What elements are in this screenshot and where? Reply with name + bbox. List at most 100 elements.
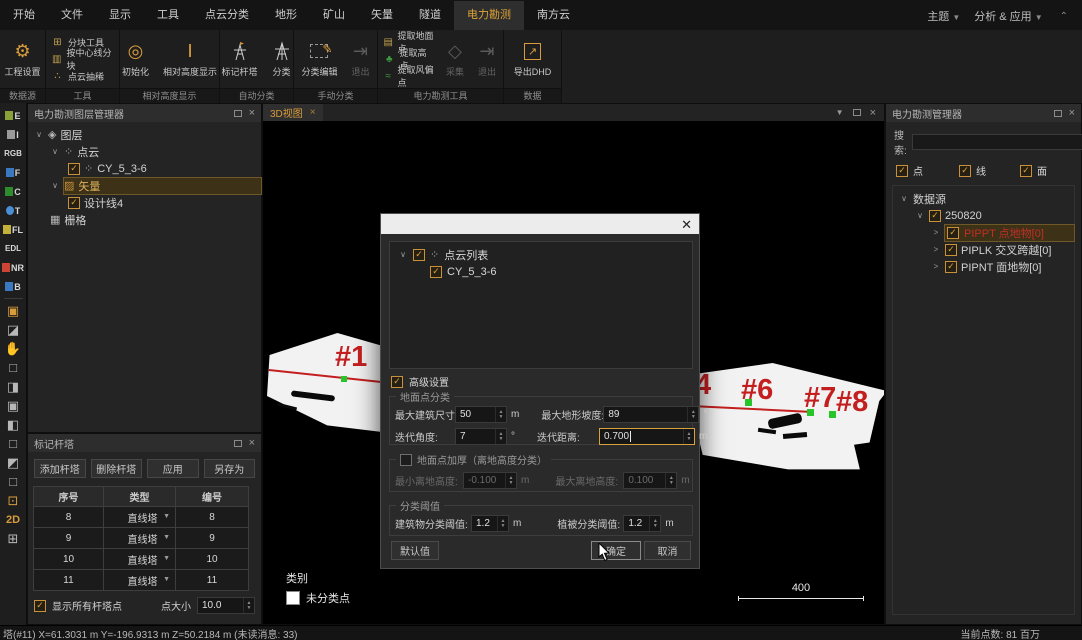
iteration-distance-input[interactable]: 0.700 (599, 428, 695, 445)
close-panel-icon[interactable]: × (249, 439, 255, 447)
project-settings-button[interactable]: ⚙ 工程设置 (0, 30, 48, 88)
tree-row-layers[interactable]: ∨ ◈ 图层 (28, 126, 261, 143)
chevron-down-icon[interactable]: ∨ (50, 181, 60, 190)
view-cube-front-button[interactable]: □ (2, 358, 25, 377)
tree-row-vector-group[interactable]: ∨ ▨ 矢量 (28, 177, 261, 194)
close-dialog-icon[interactable]: ✕ (681, 218, 692, 231)
chevron-right-icon[interactable]: > (931, 262, 941, 271)
lines-checkbox[interactable] (959, 165, 971, 177)
iteration-angle-input[interactable]: 7 (455, 428, 507, 445)
points-checkbox[interactable] (896, 165, 908, 177)
search-input[interactable] (912, 134, 1082, 150)
view-cube-iso-button[interactable]: □ (2, 472, 25, 491)
classify-edit-button[interactable]: 分类编辑 (294, 30, 344, 88)
menu-tab-power-survey[interactable]: 电力勘测 (454, 1, 524, 30)
tree-row-datasource[interactable]: ∨ 数据源 (893, 190, 1074, 207)
chevron-right-icon[interactable]: > (931, 245, 941, 254)
tower-type-dropdown[interactable]: 直线塔▼ (104, 549, 176, 570)
tree-row-pointcloud-entry[interactable]: CY_5_3-6 (390, 263, 692, 280)
zoom-extent-button[interactable]: ⊡ (2, 491, 25, 510)
tree-row-raster-group[interactable]: ▦ 栅格 (28, 211, 261, 228)
close-tab-icon[interactable]: × (310, 107, 316, 118)
time-color-button[interactable]: T (2, 201, 25, 220)
tree-row-vector-item[interactable]: 设计线4 (28, 194, 261, 211)
close-view-icon[interactable]: × (870, 107, 876, 119)
spinner[interactable] (495, 429, 506, 444)
spinner[interactable] (495, 407, 506, 422)
class-color-button[interactable]: C (2, 182, 25, 201)
menu-tab-tools[interactable]: 工具 (144, 1, 192, 30)
nr-color-button[interactable]: NR (2, 258, 25, 277)
tower-type-dropdown[interactable]: 直线塔▼ (104, 528, 176, 549)
advanced-settings-toggle[interactable]: 高级设置 (391, 374, 449, 389)
rgb-color-button[interactable]: RGB (2, 144, 25, 163)
list-checkbox[interactable] (430, 266, 442, 278)
tree-row-pippt[interactable]: > PIPPT 点地物[0] (893, 224, 1074, 241)
view-cube-back-button[interactable]: ◨ (2, 377, 25, 396)
menu-tab-pointcloud-classify[interactable]: 点云分类 (192, 1, 262, 30)
filter-points[interactable]: 点 (896, 163, 923, 178)
chevron-down-icon[interactable]: ▼ (836, 108, 844, 117)
pan-hand-button[interactable]: ✋ (2, 339, 25, 358)
menu-tab-terrain[interactable]: 地形 (262, 1, 310, 30)
view-cube-right-button[interactable]: ◧ (2, 415, 25, 434)
save-as-button[interactable]: 另存为 (204, 459, 256, 478)
table-row[interactable]: 10 直线塔▼ 10 (34, 549, 249, 570)
filter-lines[interactable]: 线 (959, 163, 986, 178)
analysis-app-menu[interactable]: 分析 & 应用▼ (974, 8, 1042, 24)
chevron-down-icon[interactable]: ∨ (398, 250, 408, 259)
menu-tab-mining[interactable]: 矿山 (310, 1, 358, 30)
tree-row-piplk[interactable]: > PIPLK 交叉跨越[0] (893, 241, 1074, 258)
menu-tab-tunnel[interactable]: 隧道 (406, 1, 454, 30)
building-threshold-input[interactable]: 1.2 (471, 515, 509, 532)
view-cube-top-button[interactable]: □ (2, 434, 25, 453)
elevation-color-button[interactable]: E (2, 106, 25, 125)
default-values-button[interactable]: 默认值 (391, 541, 439, 560)
collapse-ribbon-icon[interactable]: ⌃ (1060, 11, 1068, 22)
show-all-towers-checkbox[interactable] (34, 600, 46, 612)
tree-row-dataset[interactable]: ∨ 250820 (893, 207, 1074, 224)
intensity-color-button[interactable]: I (2, 125, 25, 144)
view-cube-left-button[interactable]: ▣ (2, 396, 25, 415)
spinner[interactable] (687, 407, 698, 422)
pointcloud-thinning-button[interactable]: ∴点云抽稀 (51, 68, 114, 85)
filter-faces[interactable]: 面 (1020, 163, 1047, 178)
tab-3d-view[interactable]: 3D视图× (263, 104, 323, 121)
point-size-input[interactable]: 10.0 (197, 597, 255, 614)
dialog-title-bar[interactable]: ✕ (381, 214, 699, 234)
item-checkbox[interactable] (945, 261, 957, 273)
list-checkbox[interactable] (413, 249, 425, 261)
menu-tab-vector[interactable]: 矢量 (358, 1, 406, 30)
spinner[interactable] (649, 516, 660, 531)
item-checkbox[interactable] (947, 227, 959, 239)
layer-checkbox[interactable] (68, 163, 80, 175)
menu-tab-start[interactable]: 开始 (0, 1, 48, 30)
layer-checkbox[interactable] (68, 197, 80, 209)
box-select-button[interactable]: ▣ (2, 301, 25, 320)
spinner[interactable] (683, 429, 694, 444)
tree-row-pipnt[interactable]: > PIPNT 面地物[0] (893, 258, 1074, 275)
close-panel-icon[interactable]: × (249, 109, 255, 117)
table-row[interactable]: 8 直线塔▼ 8 (34, 507, 249, 528)
max-terrain-slope-input[interactable]: 89 (603, 406, 699, 423)
fl-color-button[interactable]: FL (2, 220, 25, 239)
mark-towers-button[interactable]: 标记杆塔 (215, 30, 265, 88)
delete-tower-button[interactable]: 删除杆塔 (91, 459, 143, 478)
edl-button[interactable]: EDL (2, 239, 25, 258)
tree-row-pointcloud-group[interactable]: ∨ ⁘ 点云 (28, 143, 261, 160)
max-building-size-input[interactable]: 50 (455, 406, 507, 423)
add-tower-button[interactable]: 添加杆塔 (34, 459, 86, 478)
advanced-settings-checkbox[interactable] (391, 376, 403, 388)
apply-button[interactable]: 应用 (147, 459, 199, 478)
cube-point-button[interactable]: ◪ (2, 320, 25, 339)
ground-thicken-checkbox[interactable] (400, 454, 412, 466)
extract-windage-points-button[interactable]: ≈提取风偏点 (383, 68, 434, 85)
chevron-down-icon[interactable]: ∨ (34, 130, 44, 139)
tree-row-pointcloud-item[interactable]: ⁘ CY_5_3-6 (28, 160, 261, 177)
tower-type-dropdown[interactable]: 直线塔▼ (104, 570, 176, 591)
item-checkbox[interactable] (945, 244, 957, 256)
initialize-button[interactable]: ◎ 初始化 (115, 30, 156, 88)
faces-checkbox[interactable] (1020, 165, 1032, 177)
float-panel-icon[interactable] (1054, 110, 1062, 117)
flight-color-button[interactable]: F (2, 163, 25, 182)
